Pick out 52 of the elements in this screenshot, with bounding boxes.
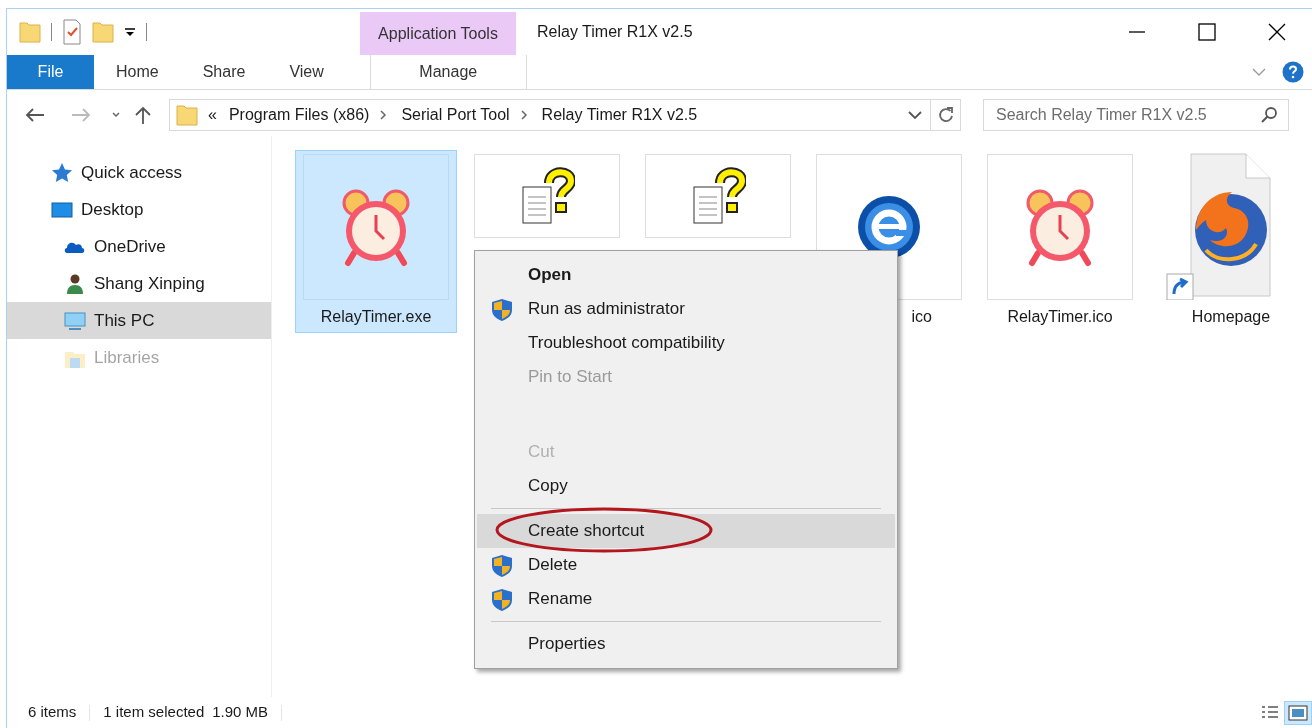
chevron-right-icon xyxy=(519,109,528,121)
nav-item[interactable]: Quick access xyxy=(7,154,271,191)
person-icon xyxy=(64,272,86,295)
menu-item[interactable]: Rename xyxy=(477,582,895,616)
nav-item[interactable]: OneDrive xyxy=(7,228,271,265)
item-count: 6 items xyxy=(28,702,77,723)
menu-item[interactable]: Properties xyxy=(477,627,895,661)
nav-item[interactable]: Desktop xyxy=(7,191,271,228)
menu-item[interactable]: Delete xyxy=(477,548,895,582)
nav-item[interactable]: Shang Xinping xyxy=(7,265,271,302)
ribbon-tab[interactable]: Home xyxy=(94,55,181,89)
dropdown-caret-icon[interactable] xyxy=(908,110,922,120)
breadcrumb[interactable]: Serial Port Tool xyxy=(397,103,514,127)
ribbon-tab[interactable]: Manage xyxy=(369,55,527,89)
file-size: 1.90 MB xyxy=(212,702,269,723)
window-title: Relay Timer R1X v2.5 xyxy=(537,22,693,42)
file-name: RelayTimer.exe xyxy=(320,307,432,327)
expand-ribbon-icon[interactable] xyxy=(1252,67,1266,77)
customize-caret-icon[interactable] xyxy=(124,26,136,38)
search-box[interactable]: Search Relay Timer R1X v2.5 xyxy=(983,99,1289,131)
menu-item[interactable]: Open xyxy=(477,258,895,292)
file-name: Homepage xyxy=(1191,307,1271,327)
alarm-clock-icon xyxy=(1024,187,1096,267)
nav-item[interactable]: This PC xyxy=(7,302,271,339)
menu-item[interactable]: Run as administrator xyxy=(477,292,895,326)
chevron-right-icon xyxy=(379,109,388,121)
context-tab-header: Application Tools xyxy=(360,12,516,55)
refresh-icon[interactable] xyxy=(936,106,955,124)
menu-item[interactable]: Copy xyxy=(477,469,895,503)
computer-icon xyxy=(64,309,86,332)
properties-icon[interactable] xyxy=(62,19,82,45)
folder-icon xyxy=(176,103,198,127)
file-item[interactable]: RelayTimer.exe xyxy=(295,150,457,333)
file-item[interactable]: Homepage xyxy=(1150,150,1312,333)
alarm-clock-icon xyxy=(340,187,412,267)
selection-info: 1 item selected xyxy=(103,702,205,723)
menu-item[interactable]: Create shortcut xyxy=(477,514,895,548)
file-name: RelayTimer.ico xyxy=(1007,307,1113,327)
maximize-icon[interactable] xyxy=(1195,22,1219,42)
file-item[interactable]: RelayTimer.ico xyxy=(979,150,1141,333)
breadcrumb[interactable]: Program Files (x86) xyxy=(224,103,374,127)
ribbon-tab[interactable]: View xyxy=(267,55,346,89)
menu-item[interactable]: Troubleshoot compatibility xyxy=(477,326,895,360)
ribbon-tab[interactable]: File xyxy=(7,55,94,89)
search-icon[interactable] xyxy=(1260,106,1278,124)
help-icon[interactable] xyxy=(1282,61,1304,83)
overflow-button[interactable]: « xyxy=(204,103,221,127)
search-field[interactable]: Search Relay Timer R1X v2.5 xyxy=(994,102,1260,128)
ribbon-tab[interactable]: Share xyxy=(180,55,268,89)
breadcrumb[interactable]: Relay Timer R1X v2.5 xyxy=(537,103,702,127)
file-name: ico xyxy=(911,307,932,327)
star-icon xyxy=(51,161,73,184)
